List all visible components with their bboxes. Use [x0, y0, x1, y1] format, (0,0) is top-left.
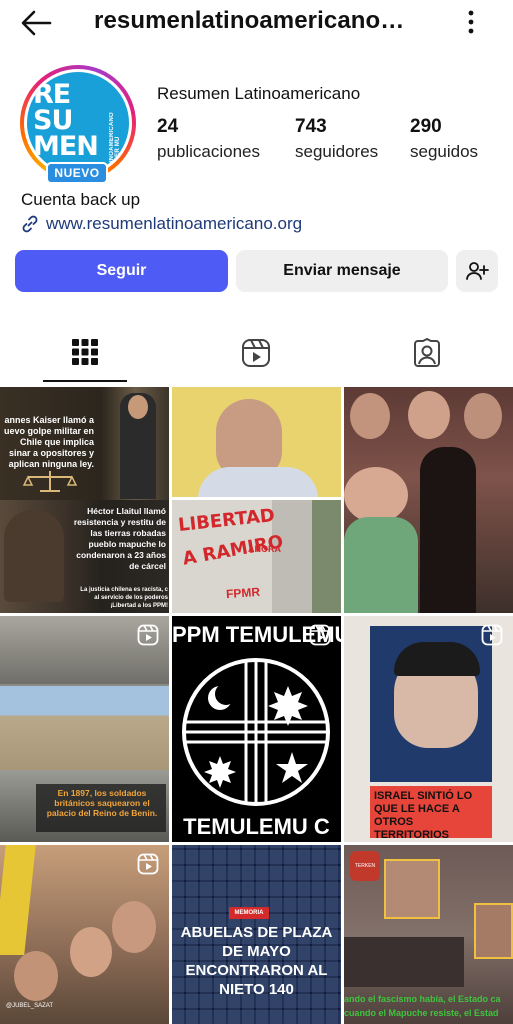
post-thumbnail-israel[interactable]: ISRAEL SINTIÓ LO QUE LE HACE A OTROS TER…: [344, 616, 513, 842]
palace-photo: [0, 686, 169, 770]
reels-icon: [242, 339, 270, 367]
stat-label: seguidos: [410, 142, 479, 161]
graffiti-text: AHORA: [248, 544, 281, 554]
post-caption: ABUELAS DE PLAZA DE MAYO ENCONTRARON AL …: [180, 924, 333, 998]
post-subtitle: TEMULEMU C: [183, 814, 330, 839]
more-vertical-icon[interactable]: [459, 8, 483, 36]
graffiti-text: FPMR: [225, 584, 261, 602]
top-bar: resumenlatinoamericano…: [0, 0, 513, 46]
stat-label: publicaciones: [157, 142, 261, 161]
grid-icon: [72, 339, 98, 365]
inset-portrait: [384, 859, 440, 919]
add-user-icon: [466, 262, 489, 280]
person-head: [128, 395, 148, 419]
post-caption: ISRAEL SINTIÓ LO QUE LE HACE A OTROS TER…: [374, 790, 473, 841]
active-tab-indicator: [43, 380, 127, 382]
street-background: [312, 500, 341, 613]
bio-text: Cuenta back up: [21, 190, 141, 209]
stat-value: 743: [295, 116, 327, 137]
post-thumbnail-kaiser[interactable]: annes Kaiser llamó a uevo golpe militar …: [0, 387, 169, 500]
stat-posts[interactable]: 24 publicaciones: [157, 116, 260, 164]
tab-grid[interactable]: [42, 328, 128, 384]
person-face: [344, 467, 408, 523]
person-face: [14, 951, 58, 1001]
tanks-photo: [344, 937, 464, 987]
channel-logo: TERKEN: [350, 851, 380, 881]
post-caption-line: cuando el Mapuche resiste, el Estad: [344, 1008, 499, 1018]
person-face: [70, 927, 112, 977]
memoria-tag: MEMORIA: [229, 907, 269, 919]
posts-grid: annes Kaiser llamó a uevo golpe militar …: [0, 387, 513, 1024]
follow-button[interactable]: Seguir: [15, 250, 228, 292]
profile-name: Resumen Latinoamericano: [157, 84, 361, 103]
reels-icon: [309, 624, 331, 646]
add-user-button[interactable]: [456, 250, 498, 292]
tagged-icon: [414, 338, 440, 367]
logo-vertical-text: LATINOAMERICANO TERCER MU: [109, 112, 121, 174]
post-thumbnail-graffiti[interactable]: LIBERTAD A RAMIRO AHORA FPMR: [172, 500, 341, 613]
new-badge: NUEVO: [46, 162, 108, 184]
logo-line-3: MEN: [33, 131, 99, 162]
avatar-ring: RE SU MEN LATINOAMERICANO TERCER MU: [24, 69, 132, 177]
wall-column: [272, 500, 312, 613]
profile-link[interactable]: www.resumenlatinoamericano.org: [20, 212, 302, 236]
page-title: resumenlatinoamericano…: [94, 7, 405, 34]
person-cap: [394, 642, 480, 676]
post-thumbnail-temulemu[interactable]: PPM TEMULEMU TEMULEMU C: [172, 616, 341, 842]
post-thumbnail-benin[interactable]: En 1897, los soldados británicos saquear…: [0, 616, 169, 842]
post-thumbnail-man-portrait[interactable]: [172, 387, 341, 497]
tab-tagged[interactable]: [384, 328, 470, 384]
arrow-left-icon[interactable]: [18, 8, 54, 38]
post-caption: annes Kaiser llamó a uevo golpe militar …: [3, 415, 94, 469]
profile-tabs: [0, 328, 513, 384]
stat-value: 24: [157, 116, 179, 137]
post-thumbnail-selfie-group[interactable]: @JUBEL_SAZAT: [0, 845, 169, 1024]
post-caption: Héctor Llaitul llamó resistencia y resti…: [73, 506, 166, 571]
post-subcaption: La justicia chilena es racista, c al ser…: [80, 587, 168, 609]
person-shirt: [344, 517, 418, 613]
link-text[interactable]: www.resumenlatinoamericano.org: [46, 214, 302, 234]
tab-reels[interactable]: [213, 328, 299, 384]
person-shirt: [198, 467, 318, 497]
post-thumbnail-llaitul[interactable]: Héctor Llaitul llamó resistencia y resti…: [0, 500, 169, 613]
inset-portrait: [474, 903, 513, 959]
flag-banner: [0, 845, 36, 955]
post-thumbnail-fascismo[interactable]: TERKEN ando el fascismo había, el Estado…: [344, 845, 513, 1024]
post-thumbnail-women-applauding[interactable]: [344, 387, 513, 613]
reels-icon: [137, 624, 159, 646]
watermark-text: @JUBEL_SAZAT: [6, 1003, 53, 1009]
reels-icon: [137, 853, 159, 875]
post-thumbnail-abuelas[interactable]: MEMORIA ABUELAS DE PLAZA DE MAYO ENCONTR…: [172, 845, 341, 1024]
stat-following[interactable]: 290 seguidos: [410, 116, 478, 164]
person-dress: [420, 447, 476, 613]
stat-value: 290: [410, 116, 442, 137]
reels-icon: [481, 624, 503, 646]
post-caption-line: ando el fascismo había, el Estado ca: [344, 994, 501, 1004]
mapuche-flag-icon: [182, 658, 330, 806]
link-icon: [22, 215, 38, 233]
avatar-logo: RE SU MEN LATINOAMERICANO TERCER MU: [27, 72, 129, 174]
justice-scale-icon: [22, 469, 78, 493]
person-face: [464, 393, 502, 439]
graffiti-text: LIBERTAD: [177, 504, 276, 537]
person-face: [408, 391, 450, 439]
person-portrait: [4, 510, 64, 602]
message-button[interactable]: Enviar mensaje: [236, 250, 448, 292]
person-face: [112, 901, 156, 953]
stat-label: seguidores: [295, 142, 379, 161]
post-caption: En 1897, los soldados británicos saquear…: [46, 788, 158, 818]
person-face: [350, 393, 390, 439]
stat-followers[interactable]: 743 seguidores: [295, 116, 378, 164]
